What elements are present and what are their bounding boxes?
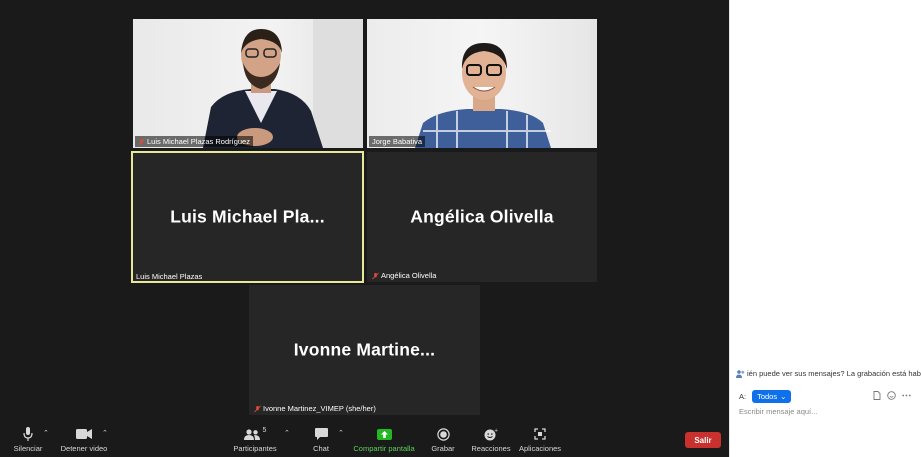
reactions-label: Reacciones: [471, 444, 511, 453]
video-tile-ivonne-martinez[interactable]: Ivonne Martine... Ivonne Martinez_VIMEP …: [249, 285, 480, 415]
participants-label: Participantes: [233, 444, 277, 453]
file-icon[interactable]: [873, 391, 881, 402]
chat-recipient-row: A: Todos ⌄: [739, 390, 792, 403]
svg-text:+: +: [494, 428, 498, 434]
participants-icon: 5: [242, 427, 268, 441]
participant-video-image: [415, 43, 551, 148]
reactions-button[interactable]: + Reacciones: [471, 425, 511, 457]
participant-name-tag: Luis Michael Plazas Rodríguez: [135, 136, 253, 147]
mute-label: Silenciar: [13, 444, 43, 453]
mute-button[interactable]: Silenciar: [10, 425, 46, 457]
chat-notice-text: ién puede ver sus mensajes? La grabación…: [747, 369, 921, 378]
participants-count: 5: [262, 427, 267, 434]
video-options-caret-icon[interactable]: ⌃: [102, 429, 108, 437]
microphone-icon: [20, 427, 36, 441]
mute-options-caret-icon[interactable]: ⌃: [43, 429, 49, 437]
participants-options-caret-icon[interactable]: ⌃: [284, 429, 290, 437]
emoji-icon[interactable]: [887, 391, 896, 402]
record-button[interactable]: Grabar: [428, 425, 458, 457]
participant-name: Luis Michael Plazas: [136, 272, 203, 281]
reactions-icon: +: [483, 427, 499, 441]
participant-name: Angélica Olivella: [381, 271, 437, 280]
participant-name: Jorge Babativa: [372, 137, 423, 146]
participant-display-name: Luis Michael Pla...: [170, 206, 325, 227]
participant-name-tag: Luis Michael Plazas: [133, 271, 205, 282]
video-tile-jorge-babativa[interactable]: Jorge Babativa: [367, 19, 597, 148]
recipient-dropdown[interactable]: Todos ⌄: [752, 390, 792, 403]
more-options-icon[interactable]: [902, 391, 911, 402]
meeting-toolbar: Silenciar ⌃ Detener video ⌃ 5 Participan…: [0, 425, 729, 457]
apps-icon: [532, 427, 548, 441]
participant-video-image: [203, 19, 363, 148]
share-screen-button[interactable]: Compartir pantalla: [350, 425, 418, 457]
record-icon: [435, 427, 451, 441]
chat-visibility-notice[interactable]: ién puede ver sus mensajes? La grabación…: [736, 369, 921, 378]
muted-mic-icon: [372, 272, 379, 279]
participant-name: Ivonne Martinez_VIMEP (she/her): [263, 404, 376, 413]
share-screen-icon: [376, 427, 392, 441]
recipient-to-label: A:: [739, 392, 747, 401]
chat-label: Chat: [313, 444, 329, 453]
apps-label: Aplicaciones: [518, 444, 562, 453]
chat-options-caret-icon[interactable]: ⌃: [338, 429, 344, 437]
video-tile-luis-rodriguez[interactable]: Luis Michael Plazas Rodríguez: [133, 19, 363, 148]
muted-mic-icon: [138, 138, 145, 145]
chat-panel: ién puede ver sus mensajes? La grabación…: [729, 0, 921, 457]
video-tile-angelica-olivella[interactable]: Angélica Olivella Angélica Olivella: [367, 152, 597, 282]
share-screen-label: Compartir pantalla: [353, 444, 415, 453]
participant-name-tag: Angélica Olivella: [369, 270, 439, 281]
apps-button[interactable]: Aplicaciones: [518, 425, 562, 457]
participant-name: Luis Michael Plazas Rodríguez: [147, 137, 250, 146]
chevron-down-icon: ⌄: [780, 392, 787, 401]
stop-video-label: Detener video: [60, 444, 108, 453]
people-icon: [736, 369, 745, 378]
muted-mic-icon: [254, 405, 261, 412]
chat-tools: [873, 391, 911, 402]
leave-button[interactable]: Salir: [685, 432, 721, 448]
participant-name-tag: Ivonne Martinez_VIMEP (she/her): [251, 403, 379, 414]
participants-button[interactable]: 5 Participantes: [230, 425, 280, 457]
chat-button[interactable]: Chat: [308, 425, 334, 457]
participant-display-name: Angélica Olivella: [410, 206, 554, 227]
recipient-value: Todos: [757, 392, 778, 401]
meeting-area: Luis Michael Plazas Rodríguez Jorge Baba…: [0, 0, 729, 457]
chat-bubble-icon: [313, 427, 329, 441]
participant-name-tag: Jorge Babativa: [369, 136, 426, 147]
record-label: Grabar: [431, 444, 455, 453]
video-tile-luis-plazas[interactable]: Luis Michael Pla... Luis Michael Plazas: [131, 151, 364, 283]
participant-display-name: Ivonne Martine...: [293, 339, 436, 360]
video-camera-icon: [76, 427, 92, 441]
chat-message-input[interactable]: Escribir mensaje aquí...: [739, 407, 817, 416]
